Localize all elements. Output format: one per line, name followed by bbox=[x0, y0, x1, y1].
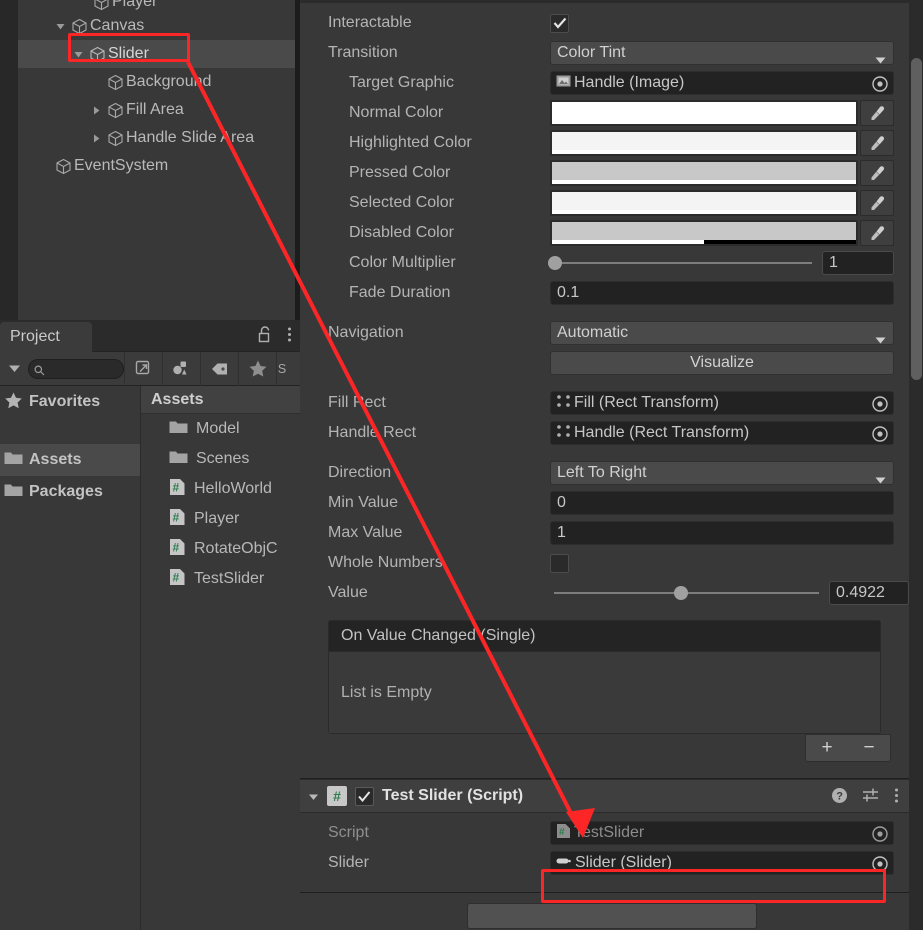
unity-editor-window: Player Canvas Slider Background Fill Are… bbox=[0, 0, 923, 930]
annotation-arrow bbox=[186, 61, 595, 838]
